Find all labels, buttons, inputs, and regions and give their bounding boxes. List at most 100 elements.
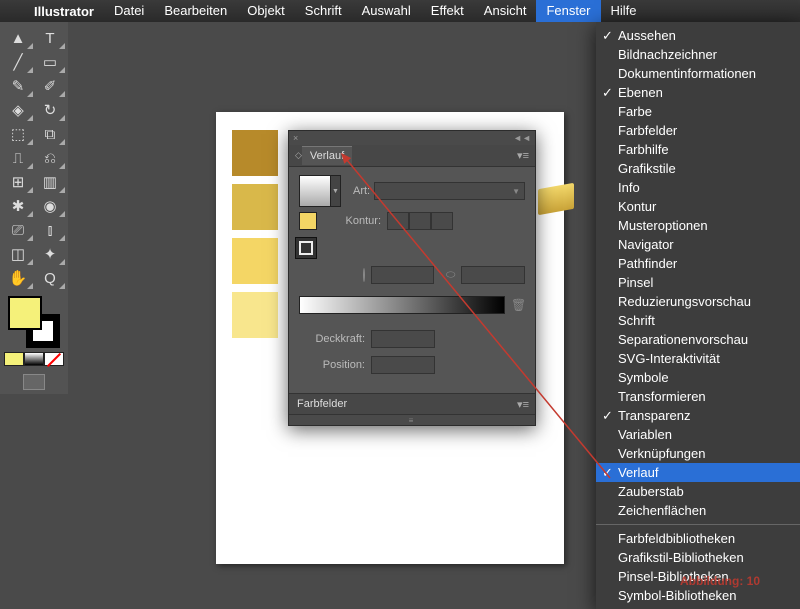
opacity-field[interactable]	[371, 330, 435, 348]
menu-item-kontur[interactable]: Kontur	[596, 197, 800, 216]
aspect-field[interactable]	[461, 266, 525, 284]
menu-fenster[interactable]: Fenster	[536, 0, 600, 22]
rotate-tool[interactable]: ↻	[34, 98, 66, 122]
menu-schrift[interactable]: Schrift	[295, 0, 352, 22]
swatch-2[interactable]	[232, 184, 278, 230]
swap-fill-stroke-icon[interactable]	[295, 237, 317, 259]
menu-item-musteroptionen[interactable]: Musteroptionen	[596, 216, 800, 235]
menu-item-zeichenfl-chen[interactable]: Zeichenflächen	[596, 501, 800, 520]
symbol-sprayer-tool[interactable]: ⎚	[2, 218, 34, 242]
menu-item-aussehen[interactable]: Aussehen	[596, 26, 800, 45]
menu-item-farbfelder[interactable]: Farbfelder	[596, 121, 800, 140]
type-tool[interactable]: T	[34, 26, 66, 50]
menu-item-verkn-pfungen[interactable]: Verknüpfungen	[596, 444, 800, 463]
tab-verlauf[interactable]: Verlauf	[302, 146, 352, 165]
stroke-mode-2[interactable]	[409, 212, 431, 230]
menu-item-svg-interaktivit-t[interactable]: SVG-Interaktivität	[596, 349, 800, 368]
menu-item-symbol-bibliotheken[interactable]: Symbol-Bibliotheken	[596, 586, 800, 605]
panel-resize-grip[interactable]	[289, 415, 535, 425]
gradient-mode[interactable]	[24, 352, 44, 366]
gradient-fill-swatch[interactable]	[299, 212, 317, 230]
perspective-tool[interactable]: ⎌	[34, 146, 66, 170]
blend-tool[interactable]: ◉	[34, 194, 66, 218]
fill-stroke-control[interactable]	[8, 296, 60, 348]
gradient-preset-dropdown[interactable]: ▼	[331, 175, 341, 207]
gradient-tool[interactable]: ▥	[34, 170, 66, 194]
stroke-mode-3[interactable]	[431, 212, 453, 230]
scale-tool[interactable]: ⬚	[2, 122, 34, 146]
eyedropper-tool[interactable]: ✱	[2, 194, 34, 218]
panel-menu-icon[interactable]: ▾≡	[511, 149, 535, 162]
angle-label	[299, 269, 371, 281]
menu-item-farbhilfe[interactable]: Farbhilfe	[596, 140, 800, 159]
menu-item-grafikstile[interactable]: Grafikstile	[596, 159, 800, 178]
panel-titlebar[interactable]: × ◄◄	[289, 131, 535, 145]
panel-menu-icon-2[interactable]: ▾≡	[511, 398, 535, 411]
menu-hilfe[interactable]: Hilfe	[601, 0, 647, 22]
screen-mode[interactable]	[23, 374, 45, 390]
menu-item-reduzierungsvorschau[interactable]: Reduzierungsvorschau	[596, 292, 800, 311]
selection-tool[interactable]: ▲	[2, 26, 34, 50]
none-mode[interactable]	[44, 352, 64, 366]
panel-tab-row-2: Farbfelder ▾≡	[289, 393, 535, 415]
stroke-mode-1[interactable]	[387, 212, 409, 230]
menu-effekt[interactable]: Effekt	[421, 0, 474, 22]
gradient-panel: × ◄◄ ◇ Verlauf ▾≡ ▼ Art: ▼ Kontur:	[288, 130, 536, 426]
line-tool[interactable]: ╱	[2, 50, 34, 74]
pencil-tool[interactable]: ✐	[34, 74, 66, 98]
menu-auswahl[interactable]: Auswahl	[352, 0, 421, 22]
fill-swatch[interactable]	[8, 296, 42, 330]
menu-objekt[interactable]: Objekt	[237, 0, 295, 22]
menu-item-farbfeldbibliotheken[interactable]: Farbfeldbibliotheken	[596, 529, 800, 548]
width-tool[interactable]: ⧉	[34, 122, 66, 146]
menu-item-zauberstab[interactable]: Zauberstab	[596, 482, 800, 501]
menu-item-ebenen[interactable]: Ebenen	[596, 83, 800, 102]
menu-item-info[interactable]: Info	[596, 178, 800, 197]
menu-item-navigator[interactable]: Navigator	[596, 235, 800, 254]
menu-item-separationenvorschau[interactable]: Separationenvorschau	[596, 330, 800, 349]
menu-item-schrift[interactable]: Schrift	[596, 311, 800, 330]
menu-item-symbole[interactable]: Symbole	[596, 368, 800, 387]
artboard-tool[interactable]: ◫	[2, 242, 34, 266]
menu-item-transparenz[interactable]: Transparenz	[596, 406, 800, 425]
color-mode[interactable]	[4, 352, 24, 366]
menu-item-pinsel[interactable]: Pinsel	[596, 273, 800, 292]
column-graph-tool[interactable]: ⫾	[34, 218, 66, 242]
eraser-tool[interactable]: ◈	[2, 98, 34, 122]
position-label: Position:	[299, 359, 371, 371]
menu-item-farbe[interactable]: Farbe	[596, 102, 800, 121]
rectangle-tool[interactable]: ▭	[34, 50, 66, 74]
menu-ansicht[interactable]: Ansicht	[474, 0, 537, 22]
kontur-label: Kontur:	[343, 215, 387, 227]
menu-item-pathfinder[interactable]: Pathfinder	[596, 254, 800, 273]
position-field[interactable]	[371, 356, 435, 374]
close-icon[interactable]: ×	[293, 133, 298, 143]
menu-item-grafikstil-bibliotheken[interactable]: Grafikstil-Bibliotheken	[596, 548, 800, 567]
delete-stop-icon[interactable]: 🗑	[511, 298, 525, 312]
menu-item-bildnachzeichner[interactable]: Bildnachzeichner	[596, 45, 800, 64]
menubar: Illustrator Datei Bearbeiten Objekt Schr…	[0, 0, 800, 22]
shape-builder-tool[interactable]: ⎍	[2, 146, 34, 170]
menu-bearbeiten[interactable]: Bearbeiten	[154, 0, 237, 22]
menu-item-transformieren[interactable]: Transformieren	[596, 387, 800, 406]
menu-item-variablen[interactable]: Variablen	[596, 425, 800, 444]
swatch-1[interactable]	[232, 130, 278, 176]
swatch-3[interactable]	[232, 238, 278, 284]
toolbox: ▲T ╱▭ ✎✐ ◈↻ ⬚⧉ ⎍⎌ ⊞▥ ✱◉ ⎚⫾ ◫✦ ✋Q	[0, 22, 68, 394]
mesh-tool[interactable]: ⊞	[2, 170, 34, 194]
collapse-icon[interactable]: ◄◄	[513, 133, 531, 143]
swatch-4[interactable]	[232, 292, 278, 338]
zoom-tool[interactable]: Q	[34, 266, 66, 290]
angle-field[interactable]	[371, 266, 435, 284]
gradient-thumbnail[interactable]	[299, 175, 331, 207]
draw-mode-row	[2, 352, 66, 366]
menu-datei[interactable]: Datei	[104, 0, 154, 22]
menu-item-verlauf[interactable]: Verlauf	[596, 463, 800, 482]
gradient-slider[interactable]	[299, 296, 505, 314]
menu-item-dokumentinformationen[interactable]: Dokumentinformationen	[596, 64, 800, 83]
hand-tool[interactable]: ✋	[2, 266, 34, 290]
tab-farbfelder[interactable]: Farbfelder	[289, 395, 355, 413]
paintbrush-tool[interactable]: ✎	[2, 74, 34, 98]
gradient-type-dropdown[interactable]: ▼	[374, 182, 525, 200]
slice-tool[interactable]: ✦	[34, 242, 66, 266]
